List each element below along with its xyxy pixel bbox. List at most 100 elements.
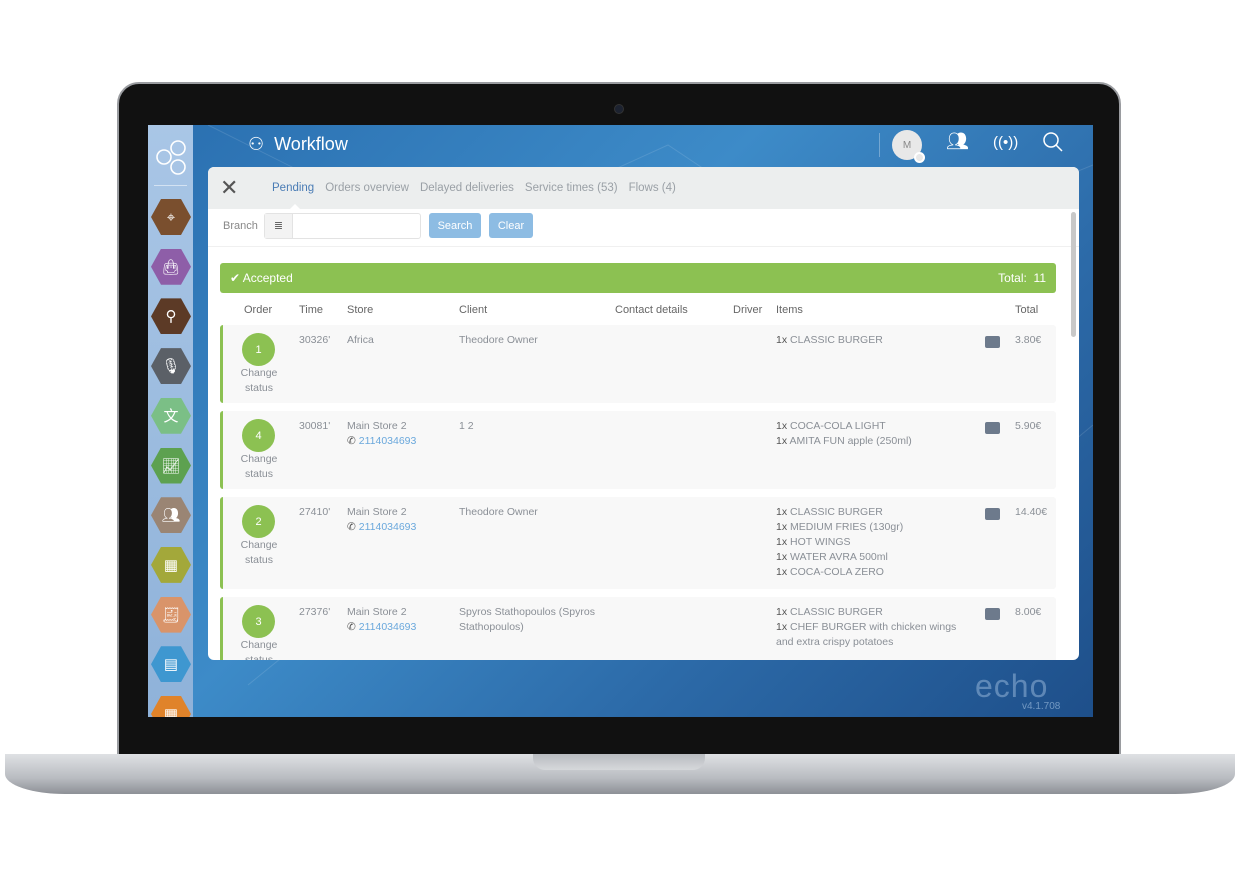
users-icon[interactable]: 👥︎ — [946, 131, 969, 152]
order-number[interactable]: 2 — [242, 505, 275, 538]
store-name: Main Store 2 — [347, 606, 407, 618]
item-name: CHEF BURGER with chicken wings and extra… — [776, 621, 957, 648]
item-qty: 1x — [776, 536, 788, 548]
group-status: Accepted — [242, 271, 293, 285]
sidebar-item-calendar[interactable]: ▦ — [151, 696, 191, 717]
col-driver: Driver — [733, 304, 763, 316]
branch-select[interactable]: ≣ — [264, 213, 421, 239]
sidebar-item-delivery-users[interactable]: 👥︎ — [151, 497, 191, 534]
col-items: Items — [776, 304, 803, 316]
sidebar-item-route[interactable]: ⚲ — [151, 298, 191, 335]
order-number[interactable]: 1 — [242, 333, 275, 366]
change-status-link[interactable]: Change status — [227, 638, 291, 660]
sidebar-item-chart[interactable]: 📈︎ — [151, 447, 191, 484]
table-row[interactable]: 1 Change status 30326' Africa Theodore Ow… — [220, 325, 1056, 403]
tab-flows[interactable]: Flows (4) — [629, 182, 676, 194]
boxes-icon: ▦ — [163, 556, 179, 574]
phone-icon: ✆ — [347, 521, 356, 533]
change-status-link[interactable]: Change status — [227, 538, 291, 568]
sidebar-divider — [154, 185, 187, 186]
wallet-icon[interactable] — [985, 422, 1000, 434]
client-name: Theodore Owner — [459, 334, 538, 346]
item-qty: 1x — [776, 551, 788, 563]
item-name: CLASSIC BURGER — [790, 506, 883, 518]
col-time: Time — [299, 304, 324, 316]
filter-bar: Branch ≣ Search Clear — [208, 209, 1079, 247]
tab-orders-overview[interactable]: Orders overview — [325, 182, 409, 194]
wallet-icon[interactable] — [985, 336, 1000, 348]
store-name: Main Store 2 — [347, 506, 407, 518]
order-total: 3.80€ — [1015, 334, 1042, 346]
order-number[interactable]: 4 — [242, 419, 275, 452]
pos-icon: ▤ — [163, 656, 179, 674]
store-phone[interactable]: ✆ 2114034693 — [347, 620, 416, 635]
item-name: COCA-COLA ZERO — [790, 566, 884, 578]
item-qty: 1x — [776, 506, 788, 518]
branch-label: Branch — [223, 220, 258, 232]
item-line: 1x AMITA FUN apple (250ml) — [776, 434, 966, 449]
clear-button[interactable]: Clear — [489, 213, 533, 238]
workflow-panel: ✕ Pending Orders overview Delayed delive… — [208, 167, 1079, 660]
sidebar-item-microphone[interactable]: 🎙︎ — [151, 348, 191, 385]
status-group-header[interactable]: ✔ Accepted Total: 11 — [220, 263, 1056, 293]
total-count: 11 — [1033, 271, 1046, 285]
close-icon[interactable]: ✕ — [220, 177, 238, 199]
phone-number: 2114034693 — [358, 435, 417, 447]
order-number[interactable]: 3 — [242, 605, 275, 638]
change-status-link[interactable]: Change status — [227, 452, 291, 482]
order-total: 8.00€ — [1015, 606, 1042, 618]
item-line: 1x CLASSIC BURGER — [776, 505, 966, 520]
sidebar-item-receipt[interactable]: 🧾︎ — [151, 596, 191, 633]
scrollbar[interactable] — [1071, 212, 1076, 337]
col-contact: Contact details — [615, 304, 688, 316]
wallet-icon[interactable] — [985, 608, 1000, 620]
status-dot — [914, 152, 925, 163]
item-qty: 1x — [776, 606, 788, 618]
order-total: 5.90€ — [1015, 420, 1042, 432]
app-logo-icon — [156, 140, 186, 175]
order-time: 27410' — [299, 506, 331, 518]
workflow-icon: ⚇ — [248, 134, 265, 154]
header-divider — [879, 133, 880, 157]
item-line: 1x COCA-COLA ZERO — [776, 565, 966, 580]
search-button[interactable]: Search — [429, 213, 481, 238]
tab-pending[interactable]: Pending — [272, 182, 314, 211]
order-time: 27376' — [299, 606, 331, 618]
sidebar-item-shopping-bag[interactable]: 👜︎ — [151, 248, 191, 285]
items-list: 1x CLASSIC BURGER 1x MEDIUM FRIES (130gr)… — [776, 505, 966, 580]
table-row[interactable]: 2 Change status 27410' Main Store 2 ✆ 211… — [220, 497, 1056, 589]
item-line: 1x MEDIUM FRIES (130gr) — [776, 520, 966, 535]
item-name: HOT WINGS — [790, 536, 851, 548]
item-line: 1x WATER AVRA 500ml — [776, 550, 966, 565]
item-qty: 1x — [776, 621, 788, 633]
tab-delayed-deliveries[interactable]: Delayed deliveries — [420, 182, 514, 194]
chart-icon: 📈︎ — [161, 457, 181, 475]
broadcast-icon[interactable]: ((•)) — [993, 134, 1018, 151]
client-name: 1 2 — [459, 420, 474, 432]
search-icon[interactable] — [1042, 131, 1064, 158]
check-icon: ✔ — [230, 271, 243, 285]
sidebar-item-translate[interactable]: 文 — [151, 397, 191, 434]
item-qty: 1x — [776, 521, 788, 533]
sidebar-item-boxes[interactable]: ▦ — [151, 546, 191, 583]
table-row[interactable]: 3 Change status 27376' Main Store 2 ✆ 211… — [220, 597, 1056, 660]
version: v4.1.708 — [1022, 701, 1061, 712]
client-name: Spyros Stathopoulos (Spyros Stathopoulos… — [459, 606, 595, 633]
item-line: 1x COCA-COLA LIGHT — [776, 419, 966, 434]
order-time: 30326' — [299, 334, 331, 346]
item-name: WATER AVRA 500ml — [790, 551, 888, 563]
total-label: Total: — [998, 271, 1027, 285]
table-row[interactable]: 4 Change status 30081' Main Store 2 ✆ 211… — [220, 411, 1056, 489]
calendar-icon: ▦ — [163, 706, 179, 717]
item-qty: 1x — [776, 435, 788, 447]
store-phone[interactable]: ✆ 2114034693 — [347, 434, 416, 449]
tab-bar: ✕ Pending Orders overview Delayed delive… — [208, 167, 1079, 211]
store-phone[interactable]: ✆ 2114034693 — [347, 520, 416, 535]
sidebar-item-pos[interactable]: ▤ — [151, 646, 191, 683]
wallet-icon[interactable] — [985, 508, 1000, 520]
items-list: 1x CLASSIC BURGER 1x CHEF BURGER with chi… — [776, 605, 966, 650]
sidebar-item-map-pin[interactable]: ⌖ — [151, 199, 191, 235]
avatar[interactable]: M — [892, 130, 925, 163]
tab-service-times[interactable]: Service times (53) — [525, 182, 618, 194]
change-status-link[interactable]: Change status — [227, 366, 291, 396]
